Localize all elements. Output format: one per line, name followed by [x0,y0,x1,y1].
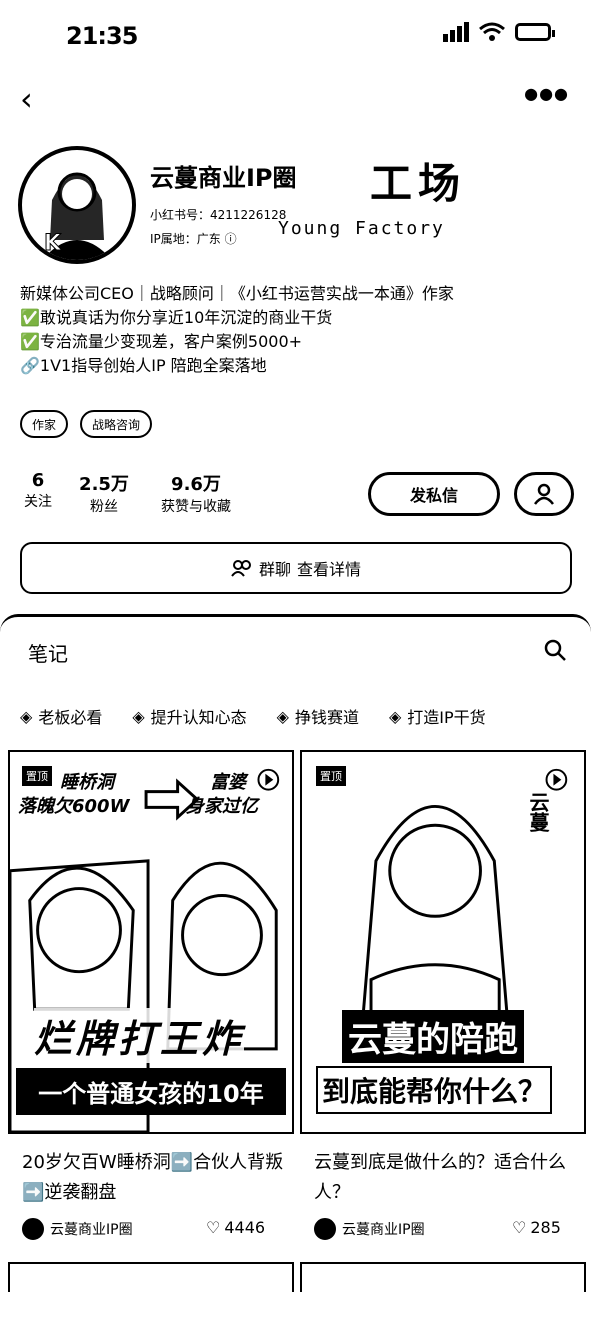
stat-likes-value: 9.6万 [171,474,221,495]
note-likes-2[interactable]: ♡ 285 [512,1218,561,1237]
tag-strategy[interactable]: 战略咨询 [80,410,153,438]
view-details-label: 查看详情 [297,560,362,579]
stat-following[interactable]: 6 关注 [18,470,58,511]
note-card-2[interactable]: STIAN 置顶 云蔓 云蔓的陪跑 到底能帮你什么？ [300,750,586,1134]
note-likes-1[interactable]: ♡ 4446 [206,1218,265,1237]
cover-text-top-left: 睡桥洞 [60,772,114,793]
stat-following-value: 6 [31,470,45,491]
pinned-badge: 置顶 [22,766,52,786]
layers-icon: ◈ [20,706,33,726]
cover-big-text: 云蔓的陪跑 [342,1010,524,1063]
more-icon[interactable]: ●●● [524,84,569,103]
svg-text:K: K [44,231,62,256]
layers-icon: ◈ [388,706,402,726]
bio-line-3: ✅专治流量少变现差，客户案例5000+ [20,332,303,351]
layers-icon: ◈ [276,706,289,726]
stat-following-label: 关注 [24,494,52,510]
status-time: 21:35 [66,22,138,50]
cover-side-text: 云蔓 [526,792,550,832]
note-author-1[interactable]: 云蔓商业IP圈 [22,1218,133,1240]
bio-line-4: 🔗1V1指导创始人IP 陪跑全案落地 [20,356,267,375]
stat-followers[interactable]: 2.5万 粉丝 [74,470,134,516]
red-id: 小红书号：4211226128 [150,208,287,222]
ip-location: IP属地：广东 ⓘ [150,230,237,247]
bio-line-2: ✅敢说真话为你分享近10年沉淀的商业干货 [20,308,333,327]
note-title-2[interactable]: 云蔓到底是做什么的？适合什么人？ [314,1148,584,1208]
message-button[interactable]: 发私信 [368,472,500,516]
profile-name: 云蔓商业IP圈 [150,164,297,192]
back-icon[interactable]: ‹ [20,80,33,118]
collection-label: 老板必看 [38,708,103,727]
wifi-icon [479,22,505,41]
likes-count: 4446 [224,1218,266,1237]
collection-label: 提升认知心态 [150,708,247,727]
collection-boss[interactable]: ◈ 老板必看 [20,704,102,728]
brand-text: 工场 [370,159,467,208]
ip-location-text: IP属地：广东 [150,232,221,246]
info-icon[interactable]: ⓘ [225,232,237,246]
author-name: 云蔓商业IP圈 [342,1222,425,1238]
brand-subtitle: Young Factory [278,218,445,239]
stat-likes-label: 获赞与收藏 [161,499,231,515]
heart-icon: ♡ [206,1218,221,1237]
status-icons [443,22,555,42]
cover-banner: 一个普通女孩的10年 [16,1068,286,1115]
search-icon[interactable] [543,638,567,668]
stat-followers-value: 2.5万 [79,474,129,495]
stat-likes[interactable]: 9.6万 获赞与收藏 [150,470,242,516]
note-card-3[interactable] [8,1262,294,1292]
follow-button[interactable] [514,472,574,516]
collection-label: 打造IP干货 [407,708,486,727]
note-card-4[interactable] [300,1262,586,1292]
signal-icon [443,22,469,42]
layers-icon: ◈ [132,706,145,726]
cover-text-top-right: 富婆 [210,772,246,793]
group-chat-bar[interactable]: 群聊 查看详情 [20,542,572,594]
cover-text-top-right-2: 身家过亿 [186,796,258,817]
cover-big-text: 烂牌打王炸 [34,1008,245,1063]
collection-mindset[interactable]: ◈ 提升认知心态 [132,704,246,728]
pinned-badge: 置顶 [316,766,346,786]
author-name: 云蔓商业IP圈 [50,1222,133,1238]
stat-followers-label: 粉丝 [90,499,118,515]
avatar[interactable]: K [18,146,136,264]
collection-tabs: ◈ 老板必看 ◈ 提升认知心态 ◈ 挣钱赛道 ◈ 打造IP干货 [20,704,486,728]
note-card-1[interactable]: 置顶 睡桥洞 落魄欠600W 富婆 身家过亿 烂牌打王炸 一个普通女孩的10年 [8,750,294,1134]
group-chat-label: 群聊 [258,560,291,579]
author-avatar [22,1218,44,1240]
note-title-1[interactable]: 20岁欠百W睡桥洞➡️合伙人背叛➡️逆袭翻盘 [22,1148,292,1208]
cover-banner: 到底能帮你什么？ [316,1066,553,1114]
note-author-2[interactable]: 云蔓商业IP圈 [314,1218,425,1240]
collection-label: 挣钱赛道 [294,708,359,727]
likes-count: 285 [530,1218,561,1237]
bio-line-1: 新媒体公司CEO｜战略顾问｜《小红书运营实战一本通》作家 [20,284,454,303]
cover-text-top-left-2: 落魄欠600W [18,796,130,817]
heart-icon: ♡ [512,1218,527,1237]
author-avatar [314,1218,336,1240]
group-icon [231,560,251,577]
collection-ip[interactable]: ◈ 打造IP干货 [389,704,486,728]
tab-notes[interactable]: 笔记 [28,638,68,667]
tag-writer[interactable]: 作家 [20,410,69,438]
user-icon [534,483,554,505]
battery-icon [515,23,555,41]
collection-money[interactable]: ◈ 挣钱赛道 [277,704,359,728]
